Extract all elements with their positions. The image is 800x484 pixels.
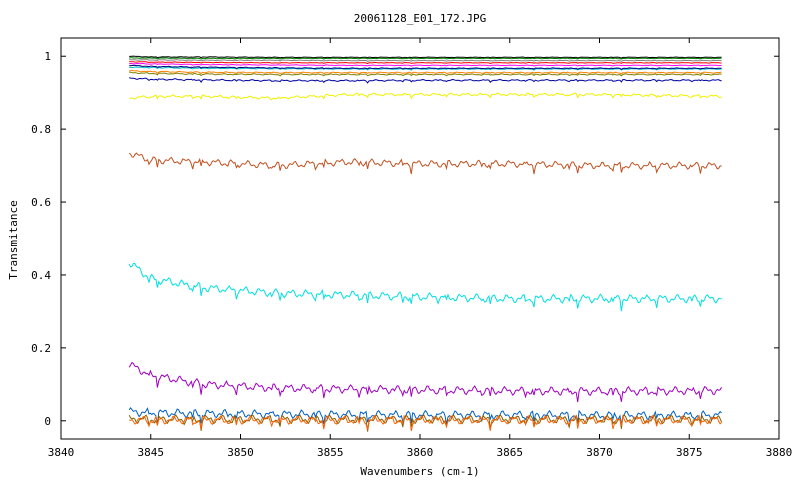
chart-root: 20061128_E01_172.JPG 3840 3845 3850 3855 386… bbox=[0, 0, 800, 480]
y-tick-label: 0.8 bbox=[31, 123, 51, 136]
series-line-12 bbox=[128, 263, 722, 312]
y-tick-label: 0.4 bbox=[31, 269, 51, 282]
series-line-4 bbox=[129, 62, 722, 67]
series-line-13 bbox=[128, 361, 723, 403]
y-axis-ticks: 0 0.2 0.4 0.6 0.8 1 bbox=[31, 50, 779, 428]
series-line-3 bbox=[129, 61, 722, 65]
x-tick-label: 3855 bbox=[317, 446, 344, 459]
series-line-7 bbox=[129, 69, 722, 75]
y-tick-label: 0 bbox=[44, 415, 51, 428]
x-axis-ticks: 3840 3845 3850 3855 3860 3865 3870 3875 3880 bbox=[48, 38, 793, 459]
series-line-1 bbox=[129, 57, 722, 60]
y-axis-label: Transmitance bbox=[7, 200, 20, 279]
series-line-11 bbox=[128, 152, 722, 175]
plot-frame bbox=[60, 37, 780, 440]
chart-title: 20061128_E01_172.JPG bbox=[354, 12, 486, 25]
chart-svg: 20061128_E01_172.JPG 3840 3845 3850 3855 386… bbox=[7, 12, 793, 478]
series-line-2 bbox=[129, 59, 722, 62]
x-tick-label: 3870 bbox=[586, 446, 613, 459]
series-group bbox=[128, 55, 723, 432]
y-tick-label: 1 bbox=[44, 50, 51, 63]
x-tick-label: 3880 bbox=[766, 446, 793, 459]
series-line-9 bbox=[129, 77, 722, 84]
x-tick-label: 3875 bbox=[676, 446, 703, 459]
x-tick-label: 3865 bbox=[497, 446, 524, 459]
series-line-15 bbox=[128, 413, 723, 432]
x-axis-label: Wavenumbers (cm-1) bbox=[360, 465, 479, 478]
x-tick-label: 3850 bbox=[227, 446, 254, 459]
x-tick-label: 3840 bbox=[48, 446, 75, 459]
y-tick-label: 0.6 bbox=[31, 196, 51, 209]
x-tick-label: 3860 bbox=[407, 446, 434, 459]
y-tick-label: 0.2 bbox=[31, 342, 51, 355]
series-line-10 bbox=[129, 92, 722, 101]
x-tick-label: 3845 bbox=[138, 446, 165, 459]
